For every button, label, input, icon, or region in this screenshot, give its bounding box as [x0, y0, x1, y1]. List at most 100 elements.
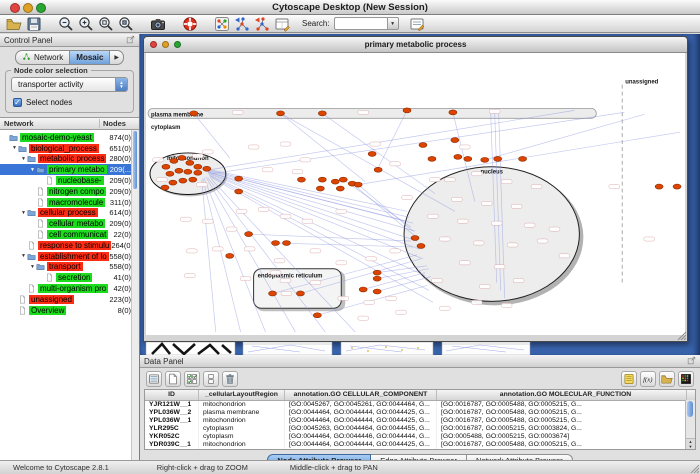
scrollbar-arrows[interactable]: ▲▼ — [686, 438, 695, 449]
matrix-view-icon[interactable] — [678, 371, 694, 387]
tree-row[interactable]: Overview8(0) — [0, 305, 139, 316]
tree-row[interactable]: cellular metabo209(0) — [0, 218, 139, 229]
node-color-dropdown-value: transporter activity — [18, 80, 83, 89]
network-graph[interactable]: plasma membranecytoplasmmitochondrionnuc… — [146, 53, 685, 335]
dropdown-stepper-icon[interactable]: ▲▼ — [115, 78, 127, 91]
tree-row[interactable]: macromolecule311(0) — [0, 197, 139, 208]
tree-row-count: 22(0) — [113, 230, 131, 239]
tree-row[interactable]: ▼metabolic process280(0) — [0, 154, 139, 165]
table-row[interactable]: YPL036W__2plasma membrane[GO:0044464, GO… — [145, 409, 695, 417]
tree-header[interactable]: Network Nodes — [0, 117, 139, 130]
select-nodes-label: Select nodes — [26, 98, 72, 107]
function-builder-icon[interactable]: f(x) — [640, 371, 656, 387]
delete-attribute-icon[interactable] — [222, 371, 238, 387]
tree-row-count: 8(0) — [118, 306, 131, 315]
tree-row[interactable]: mosaic-demo-yeast874(0) — [0, 132, 139, 143]
float-data-panel-icon[interactable] — [687, 356, 696, 367]
tree-row[interactable]: secretion41(0) — [0, 272, 139, 283]
expand-arrow-icon[interactable]: ▼ — [29, 264, 36, 270]
select-attributes-icon[interactable] — [184, 371, 200, 387]
unselect-attributes-icon[interactable] — [203, 371, 219, 387]
network-window-titlebar[interactable]: primary metabolic process — [144, 37, 687, 53]
resize-grip-icon[interactable] — [676, 330, 686, 340]
search-input[interactable] — [334, 17, 387, 30]
zoom-view-icon[interactable] — [174, 41, 181, 48]
folder-icon — [18, 144, 29, 153]
annotation-import-icon[interactable] — [233, 15, 250, 32]
table-cell: [GO:0044464, GO:0044446, GO:0044444, G..… — [285, 433, 437, 441]
network-view-window[interactable]: primary metabolic process plasma membran… — [143, 36, 688, 342]
table-scrollbar[interactable]: ▲▼ — [685, 400, 695, 449]
table-import-icon[interactable] — [273, 15, 290, 32]
open-attributes-icon[interactable] — [659, 371, 675, 387]
scrollbar-thumb[interactable] — [687, 401, 693, 417]
annotation-pad-icon[interactable] — [621, 371, 637, 387]
table-column-header[interactable]: _cellularLayoutRegion — [199, 390, 285, 400]
status-bar: Welcome to Cytoscape 2.8.1 Right-click +… — [0, 460, 700, 474]
tree-row[interactable]: response to stimulu264(0) — [0, 240, 139, 251]
expand-arrow-icon[interactable]: ▼ — [29, 167, 36, 173]
tree-row[interactable]: nitrogen compo209(0) — [0, 186, 139, 197]
open-session-icon[interactable] — [5, 15, 22, 32]
new-attribute-icon[interactable] — [165, 371, 181, 387]
tree-row[interactable]: nucleobase-209(0) — [0, 175, 139, 186]
tree-row[interactable]: ▼transport558(0) — [0, 262, 139, 273]
select-nodes-checkbox[interactable]: ✓ — [13, 98, 22, 107]
zoom-fit-icon[interactable] — [97, 15, 114, 32]
network-window-footer — [144, 335, 687, 341]
table-column-header[interactable]: annotation.GO CELLULAR_COMPONENT — [285, 390, 437, 400]
expand-arrow-icon[interactable]: ▼ — [20, 156, 27, 162]
close-view-icon[interactable] — [150, 41, 157, 48]
node-color-dropdown[interactable]: transporter activity ▲▼ — [11, 77, 128, 92]
help-icon[interactable] — [181, 15, 198, 32]
tree-row[interactable]: ▼primary metabo209(... — [0, 164, 139, 175]
tree-row[interactable]: ▼establishment of lo558(0) — [0, 251, 139, 262]
tree-row-label: metabolic process — [38, 154, 106, 163]
table-corner-button[interactable] — [686, 390, 695, 400]
tree-row-count: 558(0) — [109, 252, 131, 261]
save-session-icon[interactable] — [25, 15, 42, 32]
zoom-in-icon[interactable] — [77, 15, 94, 32]
tree-row-count: 209(... — [110, 165, 131, 174]
tree-row-label: cellular process — [38, 208, 98, 217]
float-panel-icon[interactable] — [126, 35, 135, 46]
tree-scrollbar[interactable] — [131, 130, 139, 460]
tree-row[interactable]: ▼biological_process651(0) — [0, 143, 139, 154]
table-cell: [GO:0016787, GO:0005215, GO:0003824, G..… — [437, 425, 695, 433]
snapshot-icon[interactable] — [149, 15, 166, 32]
tree-column-network[interactable]: Network — [0, 119, 100, 128]
tab-network[interactable]: Network — [15, 50, 70, 65]
tree-row[interactable]: multi-organism pro42(0) — [0, 283, 139, 294]
tree-row-label: cellular metabo — [47, 219, 105, 228]
attribute-table-header[interactable]: ID_cellularLayoutRegionannotation.GO CEL… — [145, 390, 695, 401]
table-cell: [GO:0016787, GO:0005488, GO:0005215, G..… — [437, 401, 695, 409]
app-resize-grip-icon[interactable] — [689, 463, 699, 473]
table-row[interactable]: YPL036W__1mitochondrion[GO:0044464, GO:0… — [145, 417, 695, 425]
search-dropdown-icon[interactable]: ▼ — [387, 17, 399, 30]
more-tabs-arrow-icon[interactable]: ▶ — [110, 50, 124, 65]
window-titlebar[interactable]: Cytoscape Desktop (New Session) — [0, 0, 700, 15]
tab-mosaic[interactable]: Mosaic — [70, 50, 110, 65]
expand-arrow-icon[interactable]: ▼ — [20, 210, 27, 216]
tree-row[interactable]: unassigned223(0) — [0, 294, 139, 305]
expand-arrow-icon[interactable]: ▼ — [11, 145, 18, 151]
column-layout-icon[interactable] — [146, 371, 162, 387]
expand-arrow-icon[interactable]: ▼ — [20, 253, 27, 259]
table-row[interactable]: YJR121W__1mitochondrion[GO:0045267, GO:0… — [145, 401, 695, 409]
minimize-view-icon[interactable] — [162, 41, 169, 48]
table-column-header[interactable]: annotation.GO MOLECULAR_FUNCTION — [437, 390, 695, 400]
tree-row[interactable]: ▼cellular process614(0) — [0, 208, 139, 219]
table-row[interactable]: YDR039C__1mitochondrion[GO:0044464, GO:0… — [145, 441, 695, 449]
annotation-merge-icon[interactable] — [253, 15, 270, 32]
table-row[interactable]: YLR295Ccytoplasm[GO:0045263, GO:0044464,… — [145, 425, 695, 433]
table-column-header[interactable]: ID — [145, 390, 199, 400]
tree-column-nodes[interactable]: Nodes — [100, 119, 139, 128]
network-link-icon[interactable] — [213, 15, 230, 32]
tree-row[interactable]: cell communicat22(0) — [0, 229, 139, 240]
table-row[interactable]: YKR052Ccytoplasm[GO:0044464, GO:0044446,… — [145, 433, 695, 441]
attribute-edit-icon[interactable] — [409, 15, 426, 32]
zoom-selected-icon[interactable] — [117, 15, 134, 32]
network-canvas[interactable]: plasma membranecytoplasmmitochondrionnuc… — [146, 53, 685, 335]
zoom-out-icon[interactable] — [57, 15, 74, 32]
tree-row-count: 311(0) — [110, 198, 131, 207]
